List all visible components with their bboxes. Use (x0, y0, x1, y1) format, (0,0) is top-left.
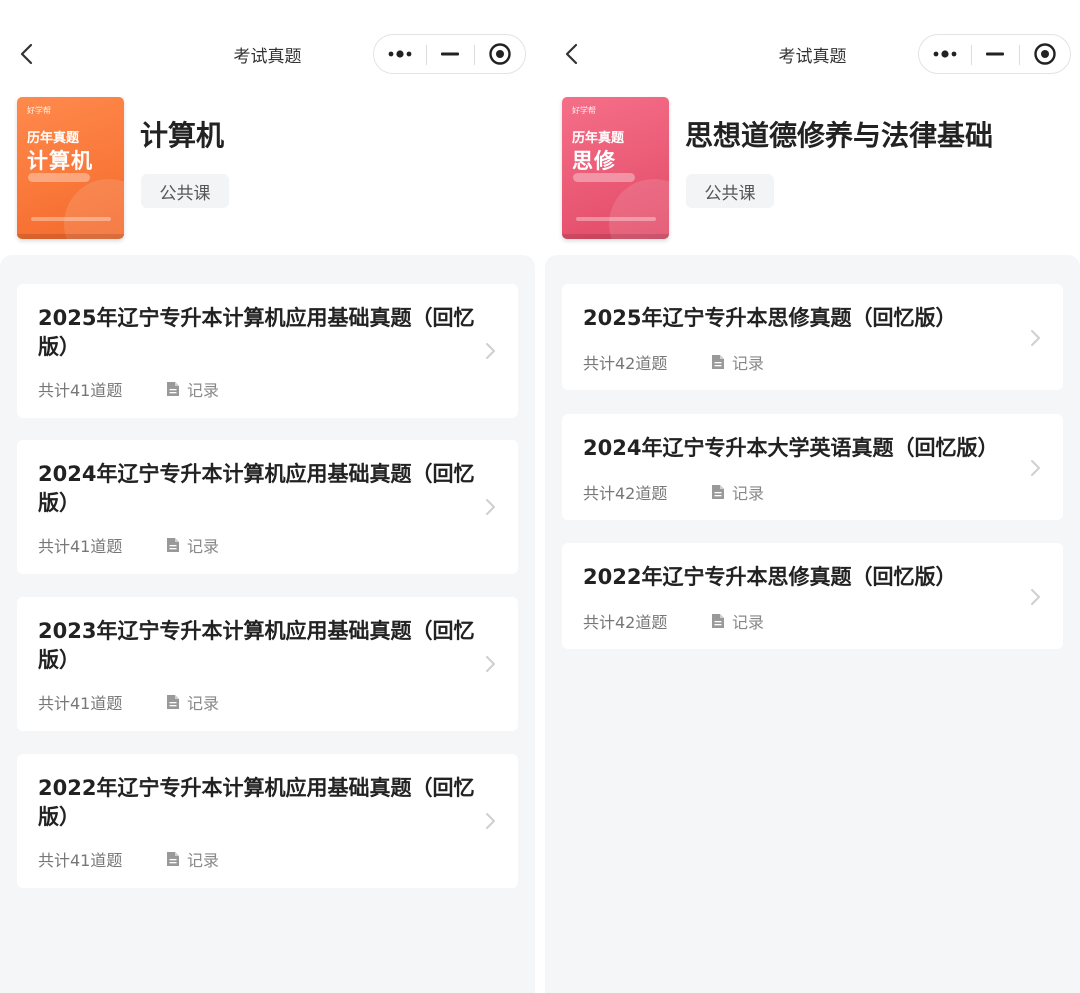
exam-list: 2025年辽宁专升本思修真题（回忆版） 共计42道题 记录 2024年辽宁专升本… (545, 255, 1080, 993)
chevron-right-icon (486, 343, 495, 359)
exam-card[interactable]: 2024年辽宁专升本计算机应用基础真题（回忆版） 共计41道题 记录 (17, 440, 518, 574)
chevron-right-icon (1031, 330, 1040, 346)
question-count: 共计41道题 (38, 851, 123, 870)
cover-band (17, 234, 124, 239)
question-count: 共计41道题 (38, 694, 123, 713)
more-dots-icon (388, 50, 412, 58)
book-cover: 好学帮 历年真题 思修 (562, 97, 669, 239)
exam-card[interactable]: 2025年辽宁专升本思修真题（回忆版） 共计42道题 记录 (562, 284, 1063, 390)
cover-pill (28, 173, 90, 182)
record-link[interactable]: 记录 (711, 609, 764, 633)
record-label: 记录 (732, 613, 765, 632)
more-button[interactable] (919, 35, 971, 73)
exam-list: 2025年辽宁专升本计算机应用基础真题（回忆版） 共计41道题 记录 2024年… (0, 255, 535, 993)
exam-title: 2022年辽宁专升本思修真题（回忆版） (583, 565, 957, 589)
cover-band (562, 234, 669, 239)
screen-ideology: 考试真题 好学帮 历年真题 思修 思想道德修养与法律基础 公共课 2025年辽宁… (545, 0, 1080, 993)
cover-line2: 计算机 (27, 149, 93, 173)
chevron-right-icon (486, 813, 495, 829)
target-circle-icon (1034, 43, 1056, 65)
mini-program-capsule (373, 34, 526, 74)
record-label: 记录 (732, 354, 765, 373)
cover-brand: 好学帮 (572, 106, 596, 115)
document-icon (712, 355, 724, 369)
minimize-button[interactable] (971, 35, 1019, 73)
record-link[interactable]: 记录 (166, 690, 219, 714)
cover-pill (573, 173, 635, 182)
exam-title: 2024年辽宁专升本大学英语真题（回忆版） (583, 436, 999, 460)
exam-meta: 共计41道题 记录 (38, 533, 219, 557)
question-count: 共计42道题 (583, 613, 668, 632)
record-label: 记录 (187, 537, 220, 556)
category-tag: 公共课 (141, 174, 229, 208)
exam-meta: 共计41道题 记录 (38, 690, 219, 714)
record-label: 记录 (187, 851, 220, 870)
nav-bar: 考试真题 (545, 0, 1080, 100)
more-dots-icon (933, 50, 957, 58)
minimize-button[interactable] (426, 35, 474, 73)
record-label: 记录 (187, 694, 220, 713)
record-link[interactable]: 记录 (711, 480, 764, 504)
category-tag: 公共课 (686, 174, 774, 208)
screen-computer: 考试真题 好学帮 历年真题 计算机 计算机 公共课 2025年辽宁专升本计算机应… (0, 0, 535, 993)
mini-program-capsule (918, 34, 1071, 74)
cover-decoration (64, 179, 124, 239)
exam-card[interactable]: 2024年辽宁专升本大学英语真题（回忆版） 共计42道题 记录 (562, 414, 1063, 520)
subject-title: 计算机 (140, 119, 225, 152)
record-link[interactable]: 记录 (711, 350, 764, 374)
document-icon (167, 695, 179, 709)
exam-meta: 共计42道题 记录 (583, 609, 764, 633)
chevron-right-icon (486, 499, 495, 515)
exam-card[interactable]: 2022年辽宁专升本计算机应用基础真题（回忆版） 共计41道题 记录 (17, 754, 518, 888)
document-icon (167, 852, 179, 866)
exam-card[interactable]: 2025年辽宁专升本计算机应用基础真题（回忆版） 共计41道题 记录 (17, 284, 518, 418)
record-link[interactable]: 记录 (166, 377, 219, 401)
cover-footline (31, 217, 111, 221)
minus-icon (441, 52, 459, 56)
exam-title: 2025年辽宁专升本计算机应用基础真题（回忆版） (38, 306, 475, 359)
record-label: 记录 (187, 381, 220, 400)
document-icon (167, 538, 179, 552)
exam-title: 2023年辽宁专升本计算机应用基础真题（回忆版） (38, 619, 475, 672)
exam-card[interactable]: 2022年辽宁专升本思修真题（回忆版） 共计42道题 记录 (562, 543, 1063, 649)
chevron-right-icon (1031, 460, 1040, 476)
question-count: 共计41道题 (38, 537, 123, 556)
screens: 考试真题 好学帮 历年真题 计算机 计算机 公共课 2025年辽宁专升本计算机应… (0, 0, 1080, 993)
close-button[interactable] (1019, 35, 1071, 73)
record-link[interactable]: 记录 (166, 847, 219, 871)
record-label: 记录 (732, 484, 765, 503)
minus-icon (986, 52, 1004, 56)
cover-line1: 历年真题 (572, 131, 625, 146)
record-link[interactable]: 记录 (166, 533, 219, 557)
document-icon (167, 382, 179, 396)
nav-bar: 考试真题 (0, 0, 535, 100)
close-button[interactable] (474, 35, 526, 73)
exam-meta: 共计42道题 记录 (583, 480, 764, 504)
exam-title: 2025年辽宁专升本思修真题（回忆版） (583, 306, 957, 330)
cover-line1: 历年真题 (27, 131, 80, 146)
document-icon (712, 485, 724, 499)
exam-meta: 共计42道题 记录 (583, 350, 764, 374)
cover-line2: 思修 (572, 149, 616, 173)
question-count: 共计42道题 (583, 354, 668, 373)
exam-meta: 共计41道题 记录 (38, 377, 219, 401)
cover-brand: 好学帮 (27, 106, 51, 115)
exam-card[interactable]: 2023年辽宁专升本计算机应用基础真题（回忆版） 共计41道题 记录 (17, 597, 518, 731)
exam-meta: 共计41道题 记录 (38, 847, 219, 871)
exam-title: 2022年辽宁专升本计算机应用基础真题（回忆版） (38, 776, 475, 829)
chevron-right-icon (486, 656, 495, 672)
cover-decoration (609, 179, 669, 239)
cover-footline (576, 217, 656, 221)
question-count: 共计42道题 (583, 484, 668, 503)
chevron-right-icon (1031, 589, 1040, 605)
subject-title: 思想道德修养与法律基础 (685, 119, 994, 152)
target-circle-icon (489, 43, 511, 65)
document-icon (712, 614, 724, 628)
exam-title: 2024年辽宁专升本计算机应用基础真题（回忆版） (38, 462, 475, 515)
question-count: 共计41道题 (38, 381, 123, 400)
more-button[interactable] (374, 35, 426, 73)
book-cover: 好学帮 历年真题 计算机 (17, 97, 124, 239)
